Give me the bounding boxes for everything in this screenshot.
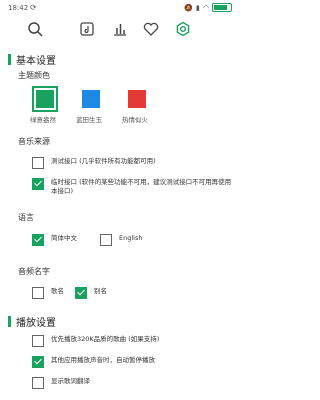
status-icons: 🔕 ▮ ◠: [184, 3, 232, 12]
lyric-translate-text: 显示歌词翻译: [51, 377, 90, 385]
document-icon[interactable]: [76, 18, 98, 40]
section-accent-bar: [8, 54, 11, 65]
search-icon[interactable]: [24, 18, 46, 40]
lyric-translate-option[interactable]: 显示歌词翻译: [32, 377, 232, 389]
lyric-translate-checkbox[interactable]: [32, 377, 44, 389]
lang-zh-text: 简体中文: [51, 234, 77, 242]
settings-icon[interactable]: [172, 18, 194, 40]
source-test-text: 测试接口 (几乎软件所有功能都可用): [51, 157, 156, 165]
status-time: 18:42: [8, 4, 29, 12]
auto-pause-text: 其他应用播放声音时，自动暂停播放: [51, 356, 155, 364]
lang-zh-option[interactable]: 简体中文: [32, 234, 77, 246]
sync-icon: ⟳: [30, 3, 37, 12]
status-bar: 18:42 ⟳ 🔕 ▮ ◠: [0, 0, 240, 16]
theme-color-label: 主题颜色: [18, 71, 50, 80]
name-song-text: 歌名: [51, 287, 64, 295]
chart-icon[interactable]: [109, 18, 131, 40]
source-test-option[interactable]: 测试接口 (几乎软件所有功能都可用): [32, 157, 232, 169]
name-alias-text: 别名: [94, 287, 107, 295]
lang-en-option[interactable]: English: [100, 234, 142, 246]
theme-green-label: 绿意盎然: [30, 116, 56, 124]
playback-settings-title: 播放设置: [16, 318, 56, 329]
lang-en-checkbox[interactable]: [100, 234, 112, 246]
name-alias-checkbox[interactable]: [75, 287, 87, 299]
theme-blue-label: 蓝田生玉: [76, 116, 102, 124]
heart-icon[interactable]: [140, 18, 162, 40]
language-label: 语言: [18, 213, 34, 222]
play-320k-text: 优先播放320K品质的歌曲 (如果支持): [51, 335, 160, 343]
name-song-option[interactable]: 歌名: [32, 287, 64, 299]
lang-en-text: English: [119, 234, 143, 242]
theme-red-label: 热情似火: [122, 116, 148, 124]
theme-red-swatch[interactable]: [128, 90, 146, 108]
signal-icon: ▮: [196, 3, 200, 12]
audio-name-label: 音频名字: [18, 267, 50, 276]
wifi-icon: ◠: [202, 3, 209, 12]
play-320k-option[interactable]: 优先播放320K品质的歌曲 (如果支持): [32, 335, 232, 347]
theme-green-swatch[interactable]: [32, 86, 58, 112]
source-temp-option[interactable]: 临时接口 (软件的某些功能不可用，建议测试接口不可用再使用本接口): [32, 178, 232, 196]
basic-settings-title: 基本设置: [16, 56, 56, 67]
auto-pause-checkbox[interactable]: [32, 356, 44, 368]
theme-blue-swatch[interactable]: [82, 90, 100, 108]
name-song-checkbox[interactable]: [32, 287, 44, 299]
section-accent-bar: [8, 316, 11, 327]
music-source-label: 音乐来源: [18, 137, 50, 146]
mute-icon: 🔕: [184, 3, 194, 12]
source-temp-text: 临时接口 (软件的某些功能不可用，建议测试接口不可用再使用本接口): [51, 178, 232, 195]
source-test-checkbox[interactable]: [32, 157, 44, 169]
basic-settings-header: 基本设置: [8, 52, 56, 67]
battery-icon: [212, 3, 232, 12]
source-temp-checkbox[interactable]: [32, 178, 44, 190]
playback-settings-header: 播放设置: [8, 314, 56, 329]
name-alias-option[interactable]: 别名: [75, 287, 107, 299]
top-toolbar: [0, 18, 240, 40]
auto-pause-option[interactable]: 其他应用播放声音时，自动暂停播放: [32, 356, 232, 368]
lang-zh-checkbox[interactable]: [32, 234, 44, 246]
play-320k-checkbox[interactable]: [32, 335, 44, 347]
